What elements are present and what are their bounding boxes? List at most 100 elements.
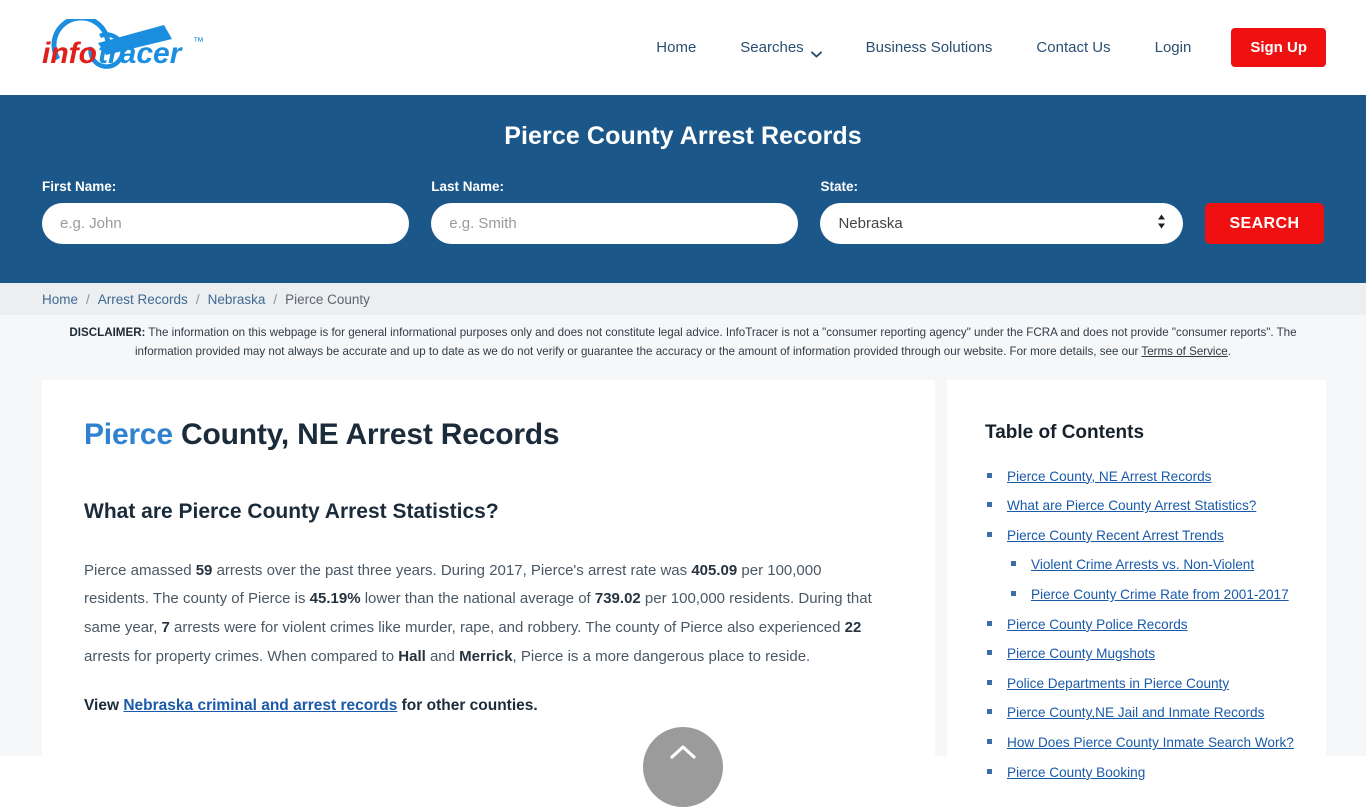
toc-item: Pierce County,NE Jail and Inmate Records <box>985 703 1298 723</box>
content-area: Pierce County, NE Arrest Records What ar… <box>0 372 1366 780</box>
stat-value: 7 <box>161 619 170 637</box>
stat-text: arrests over the past three years. Durin… <box>212 561 692 579</box>
site-header: info tracer ™ Home Searches Business Sol… <box>0 0 1366 95</box>
toc-item: Pierce County Police Records <box>985 615 1298 635</box>
view-suffix: for other counties. <box>397 696 538 714</box>
toc-link[interactable]: How Does Pierce County Inmate Search Wor… <box>1007 735 1294 750</box>
stat-text: arrests for property crimes. When compar… <box>84 647 399 665</box>
nav-item-login[interactable]: Login <box>1133 39 1214 56</box>
svg-text:info: info <box>42 37 97 70</box>
toc-link[interactable]: Pierce County, NE Arrest Records <box>1007 469 1211 484</box>
toc-item: Pierce County Mugshots <box>985 644 1298 664</box>
nav-item-label: Home <box>656 39 697 56</box>
scroll-to-top-button[interactable] <box>643 727 723 807</box>
bullet-icon <box>987 709 992 715</box>
toc-title: Table of Contents <box>985 421 1145 443</box>
bullet-icon <box>987 679 992 685</box>
search-form: First Name: Last Name: State: Nebraska <box>42 179 1324 244</box>
nav-item-label: Searches <box>740 39 804 56</box>
toc-link[interactable]: Pierce County Booking <box>1007 765 1145 780</box>
chevron-down-icon <box>810 45 822 58</box>
nebraska-records-link[interactable]: Nebraska criminal and arrest records <box>123 697 397 714</box>
stat-value: Hall <box>398 647 426 665</box>
stat-text: and <box>425 647 460 665</box>
toc-link[interactable]: What are Pierce County Arrest Statistics… <box>1007 498 1256 513</box>
terms-of-service-link[interactable]: Terms of Service <box>1141 345 1227 358</box>
stat-value: 22 <box>844 619 862 637</box>
toc-item: Pierce County Crime Rate from 2001-2017 <box>985 585 1298 605</box>
table-of-contents-card: Table of Contents Pierce County, NE Arre… <box>947 379 1326 780</box>
last-name-field-group: Last Name: <box>431 179 799 244</box>
disclaimer-body: The information on this webpage is for g… <box>134 326 1297 358</box>
svg-text:™: ™ <box>193 36 204 48</box>
toc-list: Pierce County, NE Arrest Records What are… <box>985 467 1298 783</box>
breadcrumb-item-arrest-records[interactable]: Arrest Records <box>98 292 188 307</box>
stat-text: lower than the national average of <box>360 590 595 608</box>
first-name-label: First Name: <box>42 179 117 194</box>
bullet-icon <box>1011 591 1016 596</box>
stat-value: Merrick <box>459 647 513 665</box>
toc-link[interactable]: Pierce County Police Records <box>1007 617 1188 632</box>
disclaimer-label: DISCLAIMER: <box>69 326 146 339</box>
toc-link[interactable]: Pierce County Crime Rate from 2001-2017 <box>1031 587 1289 602</box>
main-content-card: Pierce County, NE Arrest Records What ar… <box>42 379 935 756</box>
page-title: Pierce County Arrest Records <box>504 122 862 150</box>
bullet-icon <box>987 650 992 656</box>
search-button[interactable]: SEARCH <box>1204 203 1324 244</box>
breadcrumb-item-home[interactable]: Home <box>42 292 78 307</box>
state-select-wrapper: Nebraska <box>820 203 1183 244</box>
nav-item-label: Business Solutions <box>865 39 993 56</box>
toc-link[interactable]: Pierce County Mugshots <box>1007 646 1155 661</box>
stat-text: , Pierce is a more dangerous place to re… <box>512 647 811 665</box>
breadcrumb-separator: / <box>273 291 278 307</box>
nav-item-contact-us[interactable]: Contact Us <box>1014 39 1132 56</box>
hero-search-panel: Pierce County Arrest Records First Name:… <box>0 95 1366 283</box>
first-name-input[interactable] <box>42 203 410 244</box>
state-select[interactable]: Nebraska <box>820 203 1183 244</box>
breadcrumb-separator: / <box>195 291 200 307</box>
view-prefix: View <box>84 696 124 714</box>
toc-link[interactable]: Police Departments in Pierce County <box>1007 676 1229 691</box>
breadcrumb-item-nebraska[interactable]: Nebraska <box>208 292 266 307</box>
bullet-icon <box>987 739 992 745</box>
article-heading-accent: Pierce <box>84 417 173 451</box>
toc-link[interactable]: Pierce County,NE Jail and Inmate Records <box>1007 705 1264 720</box>
toc-item: Police Departments in Pierce County <box>985 674 1298 694</box>
state-label: State: <box>820 179 858 194</box>
toc-link[interactable]: Pierce County Recent Arrest Trends <box>1007 528 1224 543</box>
statistics-paragraph: Pierce amassed 59 arrests over the past … <box>84 557 881 672</box>
nav-item-label: Contact Us <box>1036 39 1111 56</box>
stat-text: Pierce amassed <box>84 561 196 579</box>
first-name-field-group: First Name: <box>42 179 410 244</box>
stat-text: arrests were for violent crimes like mur… <box>169 619 845 637</box>
breadcrumb-item-pierce-county: Pierce County <box>285 291 370 307</box>
toc-link[interactable]: Violent Crime Arrests vs. Non-Violent <box>1031 557 1254 572</box>
chevron-up-icon <box>670 744 696 765</box>
bullet-icon <box>987 768 992 774</box>
svg-text:tracer: tracer <box>98 37 184 70</box>
nav-item-searches[interactable]: Searches <box>718 39 843 58</box>
infotracer-logo[interactable]: info tracer ™ <box>36 18 211 78</box>
nav-item-business-solutions[interactable]: Business Solutions <box>844 39 1015 56</box>
last-name-label: Last Name: <box>431 179 505 194</box>
toc-item: Pierce County Recent Arrest Trends <box>985 526 1298 546</box>
stat-value: 45.19% <box>309 590 361 608</box>
breadcrumb-separator: / <box>86 291 90 307</box>
nav-item-label: Login <box>1154 39 1192 56</box>
sign-up-button[interactable]: Sign Up <box>1231 28 1326 67</box>
toc-item: Pierce County, NE Arrest Records <box>985 467 1298 487</box>
stat-value: 405.09 <box>691 561 738 579</box>
main-navigation: Home Searches Business Solutions Contact… <box>638 28 1326 67</box>
nav-item-home[interactable]: Home <box>638 39 718 56</box>
view-other-counties-line: View Nebraska criminal and arrest record… <box>84 697 881 715</box>
disclaimer-banner: DISCLAIMER: The information on this webp… <box>0 315 1366 373</box>
stat-value: 739.02 <box>594 590 641 608</box>
stat-value: 59 <box>195 561 213 579</box>
bullet-icon <box>987 531 992 537</box>
toc-item: Violent Crime Arrests vs. Non-Violent <box>985 555 1298 575</box>
article-heading-rest: County, NE Arrest Records <box>172 417 560 451</box>
last-name-input[interactable] <box>431 203 799 244</box>
article-heading: Pierce County, NE Arrest Records <box>84 418 881 452</box>
state-field-group: State: Nebraska <box>820 179 1183 244</box>
breadcrumb: Home / Arrest Records / Nebraska / Pierc… <box>0 283 1366 315</box>
